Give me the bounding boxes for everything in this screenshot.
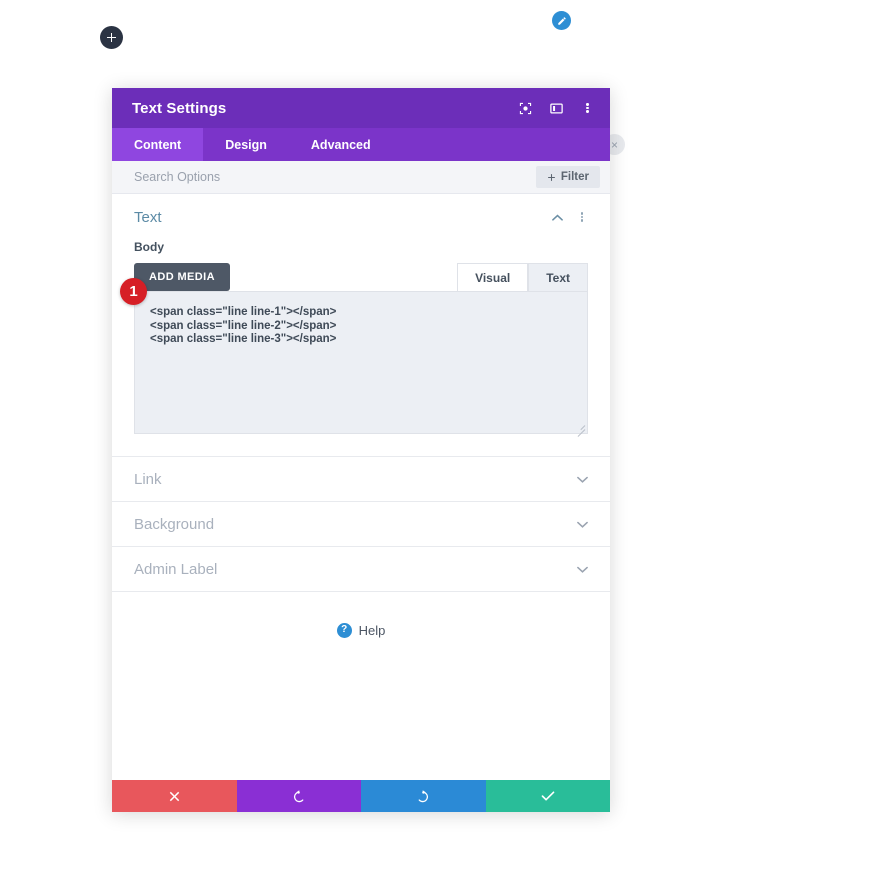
plus-icon-vertical xyxy=(110,33,113,42)
close-icon xyxy=(169,791,179,801)
modal-titlebar: Text Settings xyxy=(112,88,610,128)
check-icon xyxy=(541,791,555,801)
section-link-title: Link xyxy=(134,470,162,488)
textarea-resize-handle[interactable] xyxy=(574,420,586,437)
page-canvas: × 1 Text Settings Content Design Advance… xyxy=(0,0,880,873)
layout-columns-icon[interactable] xyxy=(548,100,565,117)
cancel-button[interactable] xyxy=(112,780,237,812)
modal-body: Text Body ADD MEDIA Visual Text <span cl… xyxy=(112,194,610,780)
editor-mode-tabs: Visual Text xyxy=(457,263,588,291)
close-icon: × xyxy=(610,137,618,152)
help-question-icon: ? xyxy=(336,622,352,638)
step-marker-1: 1 xyxy=(120,278,147,305)
undo-button[interactable] xyxy=(236,780,361,812)
section-admin-label[interactable]: Admin Label xyxy=(112,547,610,592)
text-settings-modal: Text Settings Content Design Advanced Se… xyxy=(112,88,610,812)
section-admin-label-title: Admin Label xyxy=(134,560,218,578)
section-text-icons xyxy=(551,211,588,223)
redo-button[interactable] xyxy=(361,780,486,812)
section-kebab-menu-icon[interactable] xyxy=(576,211,588,223)
section-background[interactable]: Background xyxy=(112,502,610,547)
section-text-header[interactable]: Text xyxy=(134,194,588,240)
modal-tab-bar: Content Design Advanced xyxy=(112,128,610,161)
plus-icon xyxy=(548,173,555,181)
undo-icon xyxy=(293,790,304,803)
section-text-title: Text xyxy=(134,208,162,226)
search-input[interactable] xyxy=(134,170,536,184)
chevron-down-icon[interactable] xyxy=(576,563,588,575)
tab-design[interactable]: Design xyxy=(203,128,289,161)
help-row: ? Help xyxy=(112,592,610,668)
tab-visual-editor[interactable]: Visual xyxy=(457,263,529,291)
section-text: Text Body ADD MEDIA Visual Text <span cl… xyxy=(112,194,610,457)
page-title: Text Settings xyxy=(132,99,227,117)
modal-footer xyxy=(112,780,610,812)
help-link[interactable]: Help xyxy=(359,623,386,638)
add-section-button[interactable] xyxy=(100,26,123,49)
editor-toolbar: ADD MEDIA Visual Text xyxy=(134,263,588,291)
titlebar-actions xyxy=(517,100,596,117)
focus-target-icon[interactable] xyxy=(517,100,534,117)
tab-content[interactable]: Content xyxy=(112,128,204,161)
code-area-wrap xyxy=(134,291,588,437)
filter-button[interactable]: Filter xyxy=(535,166,600,188)
chevron-down-icon[interactable] xyxy=(576,518,588,530)
section-link[interactable]: Link xyxy=(112,457,610,502)
kebab-menu-icon[interactable] xyxy=(579,100,596,117)
page-edit-button[interactable] xyxy=(552,11,571,30)
pencil-icon xyxy=(557,16,566,25)
chevron-up-icon[interactable] xyxy=(551,211,563,223)
redo-icon xyxy=(418,790,429,803)
add-media-button[interactable]: ADD MEDIA xyxy=(134,263,230,291)
body-field-label: Body xyxy=(134,240,164,254)
save-button[interactable] xyxy=(485,780,610,812)
chevron-down-icon[interactable] xyxy=(576,473,588,485)
section-background-title: Background xyxy=(134,515,215,533)
tab-text-editor[interactable]: Text xyxy=(528,263,588,291)
filter-button-label: Filter xyxy=(560,171,589,183)
body-code-textarea[interactable] xyxy=(134,291,588,434)
search-row: Filter xyxy=(112,161,610,194)
tab-advanced[interactable]: Advanced xyxy=(289,128,393,161)
